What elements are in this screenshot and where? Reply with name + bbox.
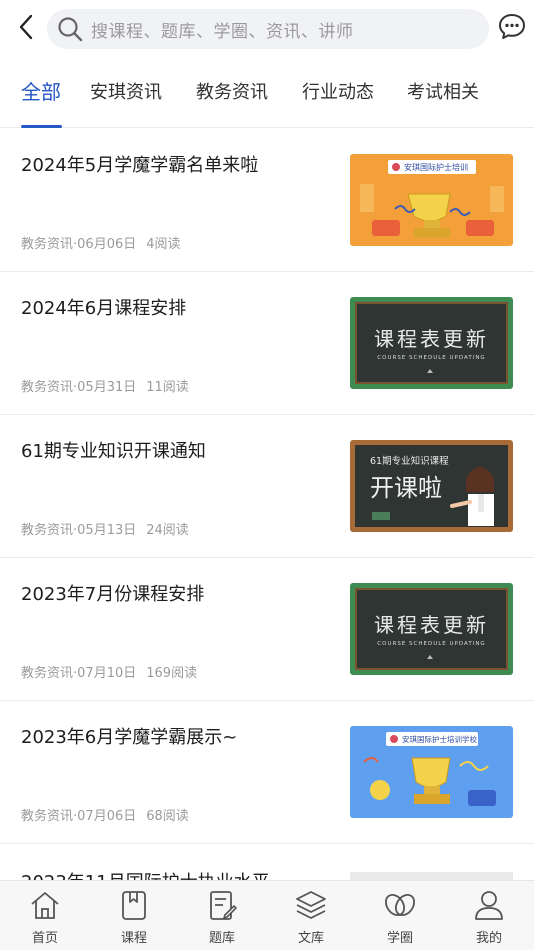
article-title: 2023年6月学魔学霸展示~ [21, 727, 238, 748]
tab-industry-trends[interactable]: 行业动态 [302, 78, 374, 104]
article-date: 06月06日 [77, 237, 137, 252]
article-date: 05月13日 [77, 523, 137, 538]
article-date: 05月31日 [77, 380, 137, 395]
bottom-navigation: 首页 课程 题库 文库 学圈 我的 [0, 880, 534, 950]
article-reads: 169阅读 [146, 666, 198, 681]
document-edit-icon [210, 891, 237, 920]
thumb-header-text: 安琪国际护士培训学校 [402, 734, 477, 744]
nav-label: 学圈 [386, 931, 413, 946]
circle-link-icon [385, 893, 415, 917]
article-reads: 4阅读 [146, 237, 181, 252]
back-button[interactable] [12, 12, 40, 42]
article-category: 教务资讯 [21, 809, 74, 824]
article-item[interactable]: 2024年6月课程安排 教务资讯·05月31日 11阅读 课程表更新 COURSE… [0, 272, 534, 415]
article-meta: 教务资讯·05月13日 24阅读 [21, 523, 189, 538]
thumb-big-text: 开课啦 [370, 474, 442, 502]
article-meta: 教务资讯·06月06日 4阅读 [21, 237, 181, 252]
nav-courses[interactable]: 课程 [104, 889, 164, 949]
tab-all[interactable]: 全部 [21, 76, 61, 105]
article-meta: 教务资讯·05月31日 11阅读 [21, 380, 189, 395]
chevron-left-icon [19, 14, 33, 40]
thumb-header-text: 安琪国际护士培训 [404, 162, 468, 172]
article-category: 教务资讯 [21, 237, 74, 252]
article-title: 2023年7月份课程安排 [21, 584, 205, 605]
article-item-partial[interactable]: 2023年11月国际护士执业水平 [0, 858, 534, 882]
article-reads: 24阅读 [146, 523, 189, 538]
nav-label: 首页 [31, 931, 58, 946]
thumb-header-text: 61期专业知识课程 [370, 455, 449, 467]
nav-home[interactable]: 首页 [15, 889, 75, 949]
article-reads: 68阅读 [146, 809, 189, 824]
nav-label: 课程 [120, 931, 147, 946]
article-title: 61期专业知识开课通知 [21, 441, 206, 462]
article-thumbnail: 安琪国际护士培训 [350, 154, 513, 246]
message-button[interactable] [497, 12, 527, 42]
layers-icon [296, 891, 326, 919]
nav-label: 题库 [208, 931, 235, 946]
tab-exam-related[interactable]: 考试相关 [407, 78, 479, 104]
nav-library[interactable]: 文库 [281, 889, 341, 949]
article-category: 教务资讯 [21, 380, 74, 395]
active-tab-indicator [21, 125, 62, 128]
nav-study-circle[interactable]: 学圈 [370, 889, 430, 949]
article-thumbnail: 课程表更新 COURSE SCHEDULE UPDATING [350, 583, 513, 675]
category-tabs: 全部 安琪资讯 教务资讯 行业动态 考试相关 [0, 66, 534, 128]
nav-question-bank[interactable]: 题库 [192, 889, 252, 949]
article-category: 教务资讯 [21, 666, 74, 681]
chat-bubble-icon [499, 14, 525, 39]
article-meta: 教务资讯·07月10日 169阅读 [21, 666, 198, 681]
thumb-big-text: 课程表更新 [374, 327, 489, 351]
nav-label: 我的 [475, 931, 502, 946]
nav-label: 文库 [297, 931, 324, 946]
nav-profile[interactable]: 我的 [459, 889, 519, 949]
article-item[interactable]: 2023年7月份课程安排 教务资讯·07月10日 169阅读 课程表更新 COUR… [0, 558, 534, 701]
user-icon [475, 891, 503, 920]
article-category: 教务资讯 [21, 523, 74, 538]
search-placeholder: 搜课程、题库、学圈、资讯、讲师 [91, 21, 354, 42]
article-item[interactable]: 2023年6月学魔学霸展示~ 教务资讯·07月06日 68阅读 安琪国际护士培训学… [0, 701, 534, 844]
thumb-small-text: COURSE SCHEDULE UPDATING [377, 355, 485, 361]
tab-academic-news[interactable]: 教务资讯 [196, 78, 268, 104]
home-icon [31, 892, 59, 919]
article-thumbnail: 安琪国际护士培训学校 [350, 726, 513, 818]
search-input[interactable]: 搜课程、题库、学圈、资讯、讲师 [47, 9, 489, 49]
article-meta: 教务资讯·07月06日 68阅读 [21, 809, 189, 824]
article-title: 2024年5月学魔学霸名单来啦 [21, 155, 259, 176]
article-date: 07月10日 [77, 666, 137, 681]
article-thumbnail: 61期专业知识课程 开课啦 [350, 440, 513, 532]
book-icon [122, 891, 146, 920]
article-thumbnail: 课程表更新 COURSE SCHEDULE UPDATING [350, 297, 513, 389]
thumb-big-text: 课程表更新 [374, 613, 489, 637]
article-title: 2024年6月课程安排 [21, 298, 187, 319]
thumb-small-text: COURSE SCHEDULE UPDATING [377, 641, 485, 647]
article-date: 07月06日 [77, 809, 137, 824]
article-list: 2024年5月学魔学霸名单来啦 教务资讯·06月06日4阅读 安琪国际护士培训 [0, 129, 534, 844]
article-item[interactable]: 2024年5月学魔学霸名单来啦 教务资讯·06月06日 4阅读 安琪国际护士培训 [0, 129, 534, 272]
article-item[interactable]: 61期专业知识开课通知 教务资讯·05月13日 24阅读 61期专业知识课程 开课… [0, 415, 534, 558]
article-reads: 11阅读 [146, 380, 189, 395]
top-bar: 搜课程、题库、学圈、资讯、讲师 [0, 0, 534, 58]
search-icon [55, 14, 85, 44]
tab-anqi-news[interactable]: 安琪资讯 [90, 78, 162, 104]
